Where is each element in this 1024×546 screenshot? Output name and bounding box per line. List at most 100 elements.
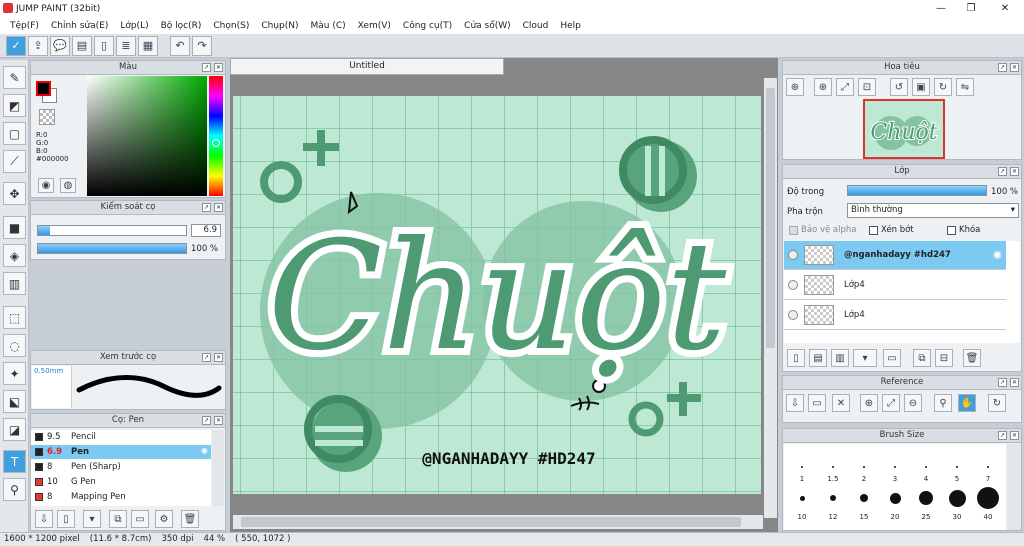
document-icon[interactable]: ≣: [116, 35, 136, 56]
brush-menu-icon[interactable]: ▾: [83, 510, 101, 528]
foreground-color[interactable]: [36, 81, 51, 96]
blend-mode-select[interactable]: Bình thường ▾: [847, 203, 1019, 218]
folder-icon[interactable]: ▭: [131, 510, 149, 528]
menu-view[interactable]: Xem(V): [352, 21, 397, 31]
reference-close-icon[interactable]: ✕: [832, 394, 850, 412]
gradient-tool-icon[interactable]: ▥: [3, 272, 26, 295]
cloud-check-icon[interactable]: ✓: [6, 35, 26, 56]
menu-help[interactable]: Help: [554, 21, 587, 31]
close-icon[interactable]: ✕: [1010, 63, 1019, 72]
undo-button[interactable]: ↶: [170, 35, 190, 56]
layer-row[interactable]: @nganhadayy #hd247 ✺: [784, 241, 1006, 270]
menu-edit[interactable]: Chỉnh sửa(E): [45, 21, 114, 31]
close-icon[interactable]: ✕: [214, 416, 223, 425]
gear-icon[interactable]: ✺: [993, 249, 1002, 262]
export-icon[interactable]: ⇪: [28, 35, 48, 56]
duplicate-layer-icon[interactable]: ⧉: [913, 349, 931, 367]
brush-size-option[interactable]: [788, 486, 816, 510]
selection-pen-tool-icon[interactable]: ⬕: [3, 390, 26, 413]
brush-opacity-slider[interactable]: [37, 243, 187, 254]
brush-item[interactable]: 8 Mapping Pen: [31, 490, 211, 504]
select-rect-tool-icon[interactable]: ⬚: [3, 306, 26, 329]
float-icon[interactable]: ↗: [202, 416, 211, 425]
redo-button[interactable]: ↷: [192, 35, 212, 56]
hue-slider[interactable]: [209, 76, 223, 196]
menu-file[interactable]: Tệp(F): [4, 21, 45, 31]
navigator-thumbnail[interactable]: Chuột: [863, 99, 945, 159]
visibility-icon[interactable]: [788, 310, 798, 320]
reset-view-icon[interactable]: ▣: [912, 78, 930, 96]
float-icon[interactable]: ↗: [202, 63, 211, 72]
layer-opacity-slider[interactable]: [847, 185, 987, 196]
brush-item[interactable]: 8 Pen (Sharp): [31, 460, 211, 474]
float-icon[interactable]: ↗: [998, 378, 1007, 387]
brush-tool-icon[interactable]: ✎: [3, 66, 26, 89]
eraser-tool-icon[interactable]: ◩: [3, 94, 26, 117]
brush-size-option[interactable]: [881, 486, 909, 510]
reference-open-icon[interactable]: ▭: [808, 394, 826, 412]
reference-zoom-out-icon[interactable]: ⊖: [904, 394, 922, 412]
zoom-in-icon[interactable]: ⊕: [786, 78, 804, 96]
hue-handle[interactable]: [212, 139, 220, 147]
clip-checkbox[interactable]: [869, 225, 878, 235]
visibility-icon[interactable]: [788, 280, 798, 290]
brush-item[interactable]: 6.9 Pen ✺: [31, 445, 211, 459]
cloud-download-icon[interactable]: ⇩: [35, 510, 53, 528]
palette-icon[interactable]: ◉: [38, 178, 54, 193]
brush-size-scrollbar[interactable]: [1007, 444, 1021, 530]
menu-window[interactable]: Cửa sổ(W): [458, 21, 516, 31]
brush-size-option[interactable]: [850, 486, 878, 510]
document-tab[interactable]: Untitled: [230, 58, 504, 75]
color-history-icon[interactable]: ◍: [60, 178, 76, 193]
brush-size-option[interactable]: [819, 486, 847, 510]
text-tool-icon[interactable]: T: [3, 450, 26, 473]
artwork-canvas[interactable]: Chuột @NGANHADAYY #HD247: [233, 96, 761, 494]
protect-alpha-option[interactable]: Bảo vệ alpha: [789, 225, 856, 235]
selection-eraser-tool-icon[interactable]: ◪: [3, 418, 26, 441]
new-layer-icon[interactable]: ▯: [787, 349, 805, 367]
close-icon[interactable]: ✕: [1010, 378, 1019, 387]
merge-layer-icon[interactable]: ⊟: [935, 349, 953, 367]
reference-fit-icon[interactable]: ⤢: [882, 394, 900, 412]
lock-checkbox[interactable]: [947, 225, 956, 235]
brush-list-scrollbar[interactable]: [212, 430, 224, 506]
close-icon[interactable]: ✕: [1010, 431, 1019, 440]
grid-settings-icon[interactable]: ▦: [138, 35, 158, 56]
menu-color[interactable]: Màu (C): [305, 21, 352, 31]
reference-zoom-in-icon[interactable]: ⊕: [860, 394, 878, 412]
message-icon[interactable]: ▤: [72, 35, 92, 56]
fit-window-icon[interactable]: ⤢: [836, 78, 854, 96]
rectangle-tool-icon[interactable]: ▢: [3, 122, 26, 145]
new-text-layer-icon[interactable]: ▥: [831, 349, 849, 367]
close-icon[interactable]: ✕: [214, 63, 223, 72]
lasso-tool-icon[interactable]: ◌: [3, 334, 26, 357]
menu-capture[interactable]: Chụp(N): [255, 21, 304, 31]
copy-brush-icon[interactable]: ⧉: [109, 510, 127, 528]
float-icon[interactable]: ↗: [998, 63, 1007, 72]
brush-item[interactable]: 9.5 Pencil: [31, 430, 211, 444]
menu-tools[interactable]: Công cụ(T): [397, 21, 458, 31]
reference-eyedropper-icon[interactable]: ⚲: [934, 394, 952, 412]
float-icon[interactable]: ↗: [202, 203, 211, 212]
comment-icon[interactable]: 💬: [50, 35, 70, 56]
page-icon[interactable]: ▯: [94, 35, 114, 56]
maximize-button[interactable]: ❐: [956, 0, 986, 17]
rotate-right-icon[interactable]: ↻: [934, 78, 952, 96]
actual-size-icon[interactable]: ⊡: [858, 78, 876, 96]
float-icon[interactable]: ↗: [202, 353, 211, 362]
horizontal-scrollbar[interactable]: [233, 515, 763, 529]
menu-layer[interactable]: Lớp(L): [114, 21, 154, 31]
vertical-scrollbar[interactable]: [764, 78, 777, 518]
menu-cloud[interactable]: Cloud: [517, 21, 555, 31]
float-icon[interactable]: ↗: [998, 431, 1007, 440]
menu-select[interactable]: Chọn(S): [207, 21, 255, 31]
transparent-color[interactable]: [39, 109, 55, 125]
layer-folder-icon[interactable]: ▭: [883, 349, 901, 367]
rotate-left-icon[interactable]: ↺: [890, 78, 908, 96]
layer-row[interactable]: Lớp4: [784, 271, 1006, 300]
new-brush-icon[interactable]: ▯: [57, 510, 75, 528]
close-icon[interactable]: ✕: [1010, 167, 1019, 176]
visibility-icon[interactable]: [788, 250, 798, 260]
layer-menu-icon[interactable]: ▾: [853, 349, 877, 367]
magic-wand-tool-icon[interactable]: ✦: [3, 362, 26, 385]
